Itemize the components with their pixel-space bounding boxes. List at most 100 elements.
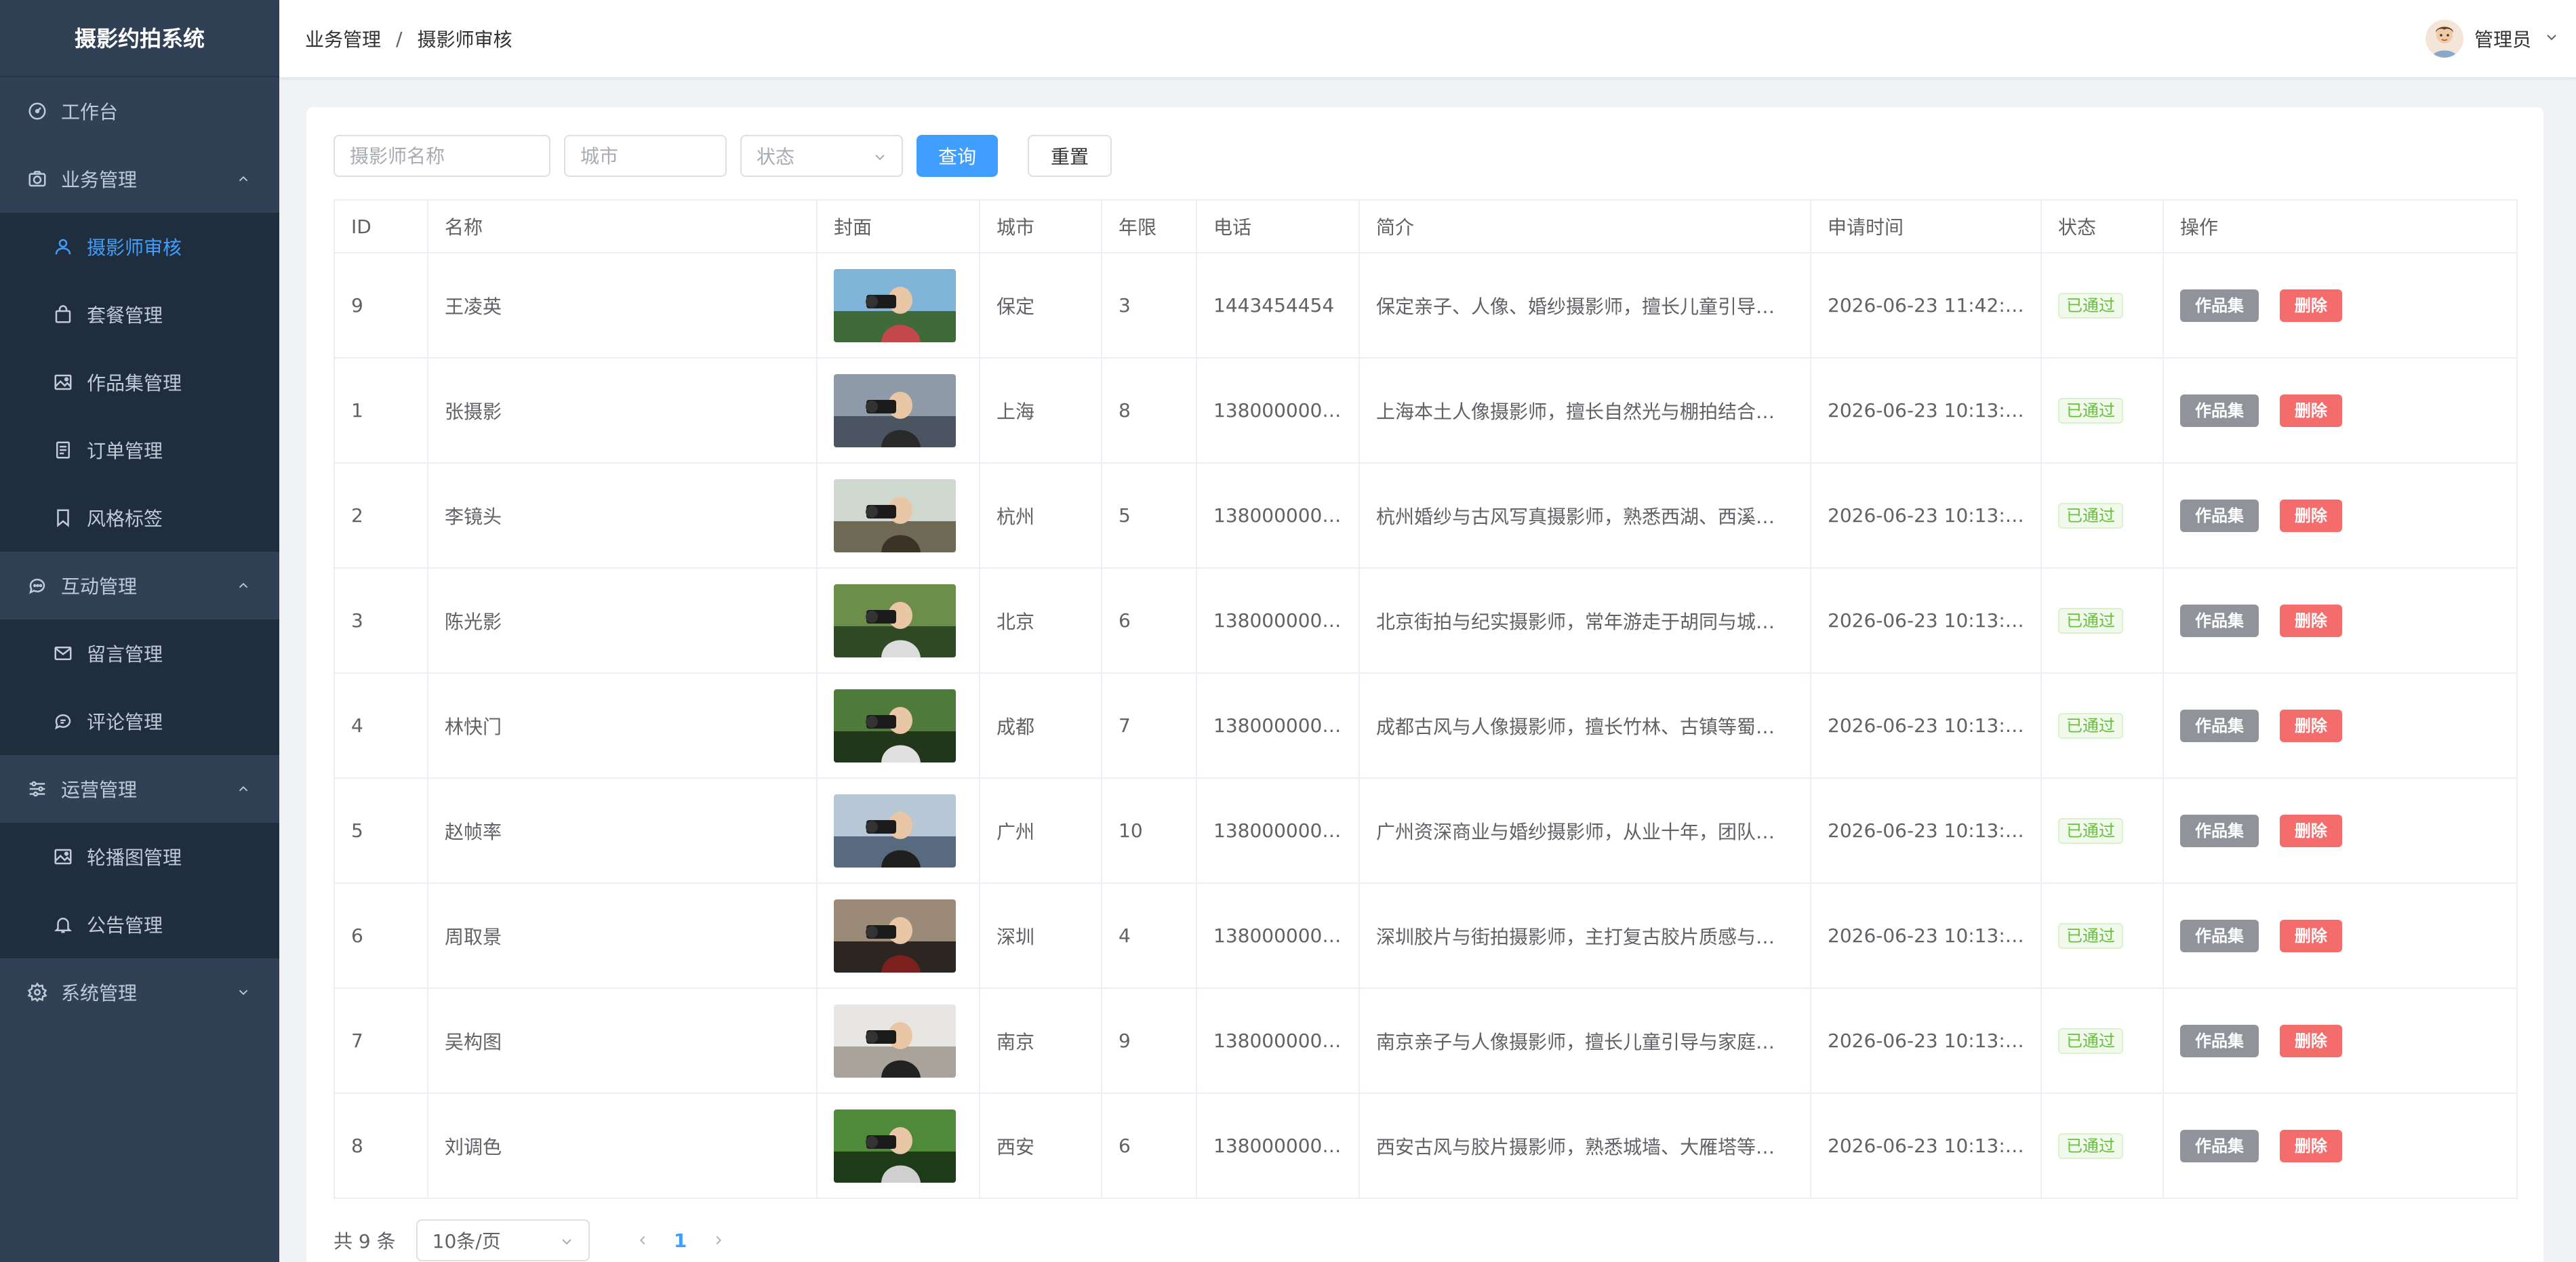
cell-name: 王凌英 (427, 252, 818, 359)
cell-cover (816, 462, 980, 569)
delete-button[interactable]: 删除 (2279, 1129, 2342, 1162)
delete-button[interactable]: 删除 (2279, 709, 2342, 742)
cell-cover (816, 567, 980, 674)
cell-phone: 13800000003 (1196, 357, 1360, 464)
sidebar-item-messages[interactable]: 留言管理 (0, 619, 279, 687)
cover-image[interactable] (834, 1004, 956, 1078)
sidebar-group-system[interactable]: 系统管理 (0, 958, 279, 1026)
sidebar-group-interaction[interactable]: 互动管理 (0, 552, 279, 619)
portfolio-button[interactable]: 作品集 (2180, 814, 2259, 847)
sidebar-group-business[interactable]: 业务管理 (0, 145, 279, 213)
portfolio-button[interactable]: 作品集 (2180, 1129, 2259, 1162)
column-header-intro: 简介 (1359, 199, 1811, 253)
breadcrumb-item-business[interactable]: 业务管理 (305, 25, 381, 52)
document-icon (52, 439, 75, 462)
cell-apply-time: 2026-06-23 10:13:52 (1810, 1093, 2042, 1199)
delete-button[interactable]: 删除 (2279, 814, 2342, 847)
sidebar-group-operation[interactable]: 运营管理 (0, 755, 279, 823)
cover-image[interactable] (834, 584, 956, 657)
table-row: 5 赵帧率 广州 10 13800000007 广州资深商业与婚纱摄影师，从业十… (334, 777, 2518, 884)
delete-button[interactable]: 删除 (2279, 604, 2342, 637)
cell-status: 已通过 (2040, 1093, 2164, 1199)
cover-image[interactable] (834, 373, 956, 447)
status-select[interactable]: 状态 (740, 135, 903, 177)
cover-image[interactable] (834, 268, 956, 342)
sidebar-item-photographer-review[interactable]: 摄影师审核 (0, 213, 279, 281)
chevron-down-icon (2543, 29, 2560, 48)
delete-button[interactable]: 删除 (2279, 394, 2342, 427)
cell-cover (816, 357, 980, 464)
bag-icon (52, 303, 75, 326)
portfolio-button[interactable]: 作品集 (2180, 604, 2259, 637)
cell-name: 林快门 (427, 672, 818, 779)
cell-id: 7 (334, 988, 428, 1094)
portfolio-button[interactable]: 作品集 (2180, 1024, 2259, 1057)
sidebar-item-orders[interactable]: 订单管理 (0, 416, 279, 484)
sidebar-item-portfolio[interactable]: 作品集管理 (0, 348, 279, 416)
sidebar-item-dashboard[interactable]: 工作台 (0, 77, 279, 145)
cell-intro: 北京街拍与纪实摄影师，常年游走于胡同与城… (1359, 567, 1811, 674)
avatar (2425, 20, 2463, 58)
sidebar-item-label: 工作台 (61, 101, 119, 123)
delete-button[interactable]: 删除 (2279, 919, 2342, 952)
sidebar: 摄影约拍系统 工作台 业务管理 摄影师审核 套餐管理 作品集管理 订单管理 风格… (0, 0, 279, 1262)
column-header-cover: 封面 (816, 199, 980, 253)
cell-intro: 广州资深商业与婚纱摄影师，从业十年，团队… (1359, 777, 1811, 884)
search-button[interactable]: 查询 (917, 135, 999, 177)
portfolio-button[interactable]: 作品集 (2180, 289, 2259, 322)
cover-image[interactable] (834, 899, 956, 973)
page-size-select[interactable]: 10条/页 (416, 1219, 590, 1261)
bookmark-icon (52, 506, 75, 529)
city-input[interactable] (564, 135, 727, 177)
portfolio-button[interactable]: 作品集 (2180, 394, 2259, 427)
sidebar-item-comments[interactable]: 评论管理 (0, 687, 279, 755)
cell-apply-time: 2026-06-23 10:13:52 (1810, 777, 2042, 884)
cell-cover (816, 252, 980, 359)
column-header-city: 城市 (979, 199, 1102, 253)
comment-icon (52, 710, 75, 733)
cell-city: 保定 (979, 252, 1102, 359)
cell-status: 已通过 (2040, 252, 2164, 359)
portfolio-button[interactable]: 作品集 (2180, 919, 2259, 952)
page-number-current[interactable]: 1 (662, 1221, 700, 1259)
cell-name: 吴构图 (427, 988, 818, 1094)
portfolio-button[interactable]: 作品集 (2180, 499, 2259, 532)
chat-icon (26, 574, 49, 597)
delete-button[interactable]: 删除 (2279, 499, 2342, 532)
cell-phone: 1443454454 (1196, 252, 1360, 359)
status-badge: 已通过 (2058, 922, 2123, 949)
cell-actions: 作品集 删除 (2162, 252, 2518, 359)
table-row: 1 张摄影 上海 8 13800000003 上海本土人像摄影师，擅长自然光与棚… (334, 357, 2518, 464)
reset-button[interactable]: 重置 (1028, 135, 1112, 177)
cell-phone: 13800000006 (1196, 672, 1360, 779)
portfolio-button[interactable]: 作品集 (2180, 709, 2259, 742)
sidebar-item-announcements[interactable]: 公告管理 (0, 891, 279, 958)
cell-intro: 成都古风与人像摄影师，擅长竹林、古镇等蜀… (1359, 672, 1811, 779)
cover-image[interactable] (834, 794, 956, 868)
cover-image[interactable] (834, 479, 956, 552)
operation-icon (26, 777, 49, 800)
prev-page-button[interactable] (624, 1221, 662, 1259)
cover-image[interactable] (834, 1109, 956, 1183)
next-page-button[interactable] (700, 1221, 738, 1259)
sidebar-item-carousel[interactable]: 轮播图管理 (0, 823, 279, 891)
cell-years: 10 (1101, 777, 1197, 884)
cell-years: 7 (1101, 672, 1197, 779)
photographer-table: ID 名称 封面 城市 年限 电话 简介 申请时间 状态 操作 9 王凌英 保定… (334, 199, 2518, 1199)
cell-phone: 13800000009 (1196, 988, 1360, 1094)
photographer-name-input[interactable] (334, 135, 550, 177)
sidebar-item-style-tags[interactable]: 风格标签 (0, 484, 279, 552)
cell-actions: 作品集 删除 (2162, 462, 2518, 569)
delete-button[interactable]: 删除 (2279, 1024, 2342, 1057)
status-select-placeholder: 状态 (757, 146, 795, 168)
status-badge: 已通过 (2058, 1027, 2123, 1054)
cell-intro: 上海本土人像摄影师，擅长自然光与棚拍结合… (1359, 357, 1811, 464)
table-row: 3 陈光影 北京 6 13800000005 北京街拍与纪实摄影师，常年游走于胡… (334, 567, 2518, 674)
user-dropdown[interactable]: 管理员 (2425, 0, 2560, 77)
breadcrumb-separator: / (396, 27, 403, 50)
cover-image[interactable] (834, 689, 956, 762)
cell-name: 李镜头 (427, 462, 818, 569)
sidebar-item-label: 作品集管理 (87, 372, 182, 394)
sidebar-item-package[interactable]: 套餐管理 (0, 281, 279, 348)
delete-button[interactable]: 删除 (2279, 289, 2342, 322)
